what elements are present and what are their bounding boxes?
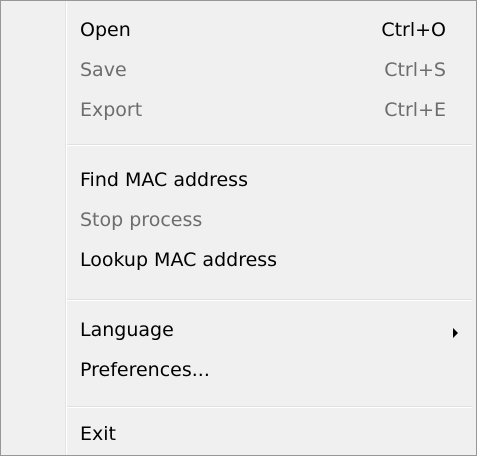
menu-item-preferences[interactable]: Preferences... (1, 355, 476, 389)
menu-item-label: Language (80, 319, 174, 341)
menu-item-shortcut: Ctrl+S (384, 59, 446, 81)
menu-item-lookup-mac-address[interactable]: Lookup MAC address (1, 245, 476, 279)
menu-item-label: Find MAC address (80, 169, 248, 191)
menu-separator (67, 144, 472, 146)
menu-item-label: Open (80, 19, 131, 41)
menu-item-label: Save (80, 59, 127, 81)
submenu-arrow-right-icon (453, 328, 458, 338)
menu-separator (67, 299, 472, 301)
menu-item-export: Export Ctrl+E (1, 95, 476, 129)
menu-item-stop-process: Stop process (1, 205, 476, 239)
menu-item-shortcut: Ctrl+O (381, 19, 446, 41)
context-menu: Open Ctrl+O Save Ctrl+S Export Ctrl+E Fi… (0, 0, 477, 456)
menu-item-open[interactable]: Open Ctrl+O (1, 15, 476, 49)
menu-item-save: Save Ctrl+S (1, 55, 476, 89)
menu-item-label: Stop process (80, 209, 203, 231)
menu-item-label: Lookup MAC address (80, 249, 278, 271)
menu-item-find-mac-address[interactable]: Find MAC address (1, 165, 476, 199)
menu-item-exit[interactable]: Exit (1, 419, 476, 453)
menu-item-label: Preferences... (80, 359, 210, 381)
menu-item-label: Exit (80, 423, 116, 445)
menu-separator (67, 406, 472, 408)
menu-item-language[interactable]: Language (1, 315, 476, 349)
menu-item-shortcut: Ctrl+E (384, 99, 446, 121)
menu-item-label: Export (80, 99, 143, 121)
